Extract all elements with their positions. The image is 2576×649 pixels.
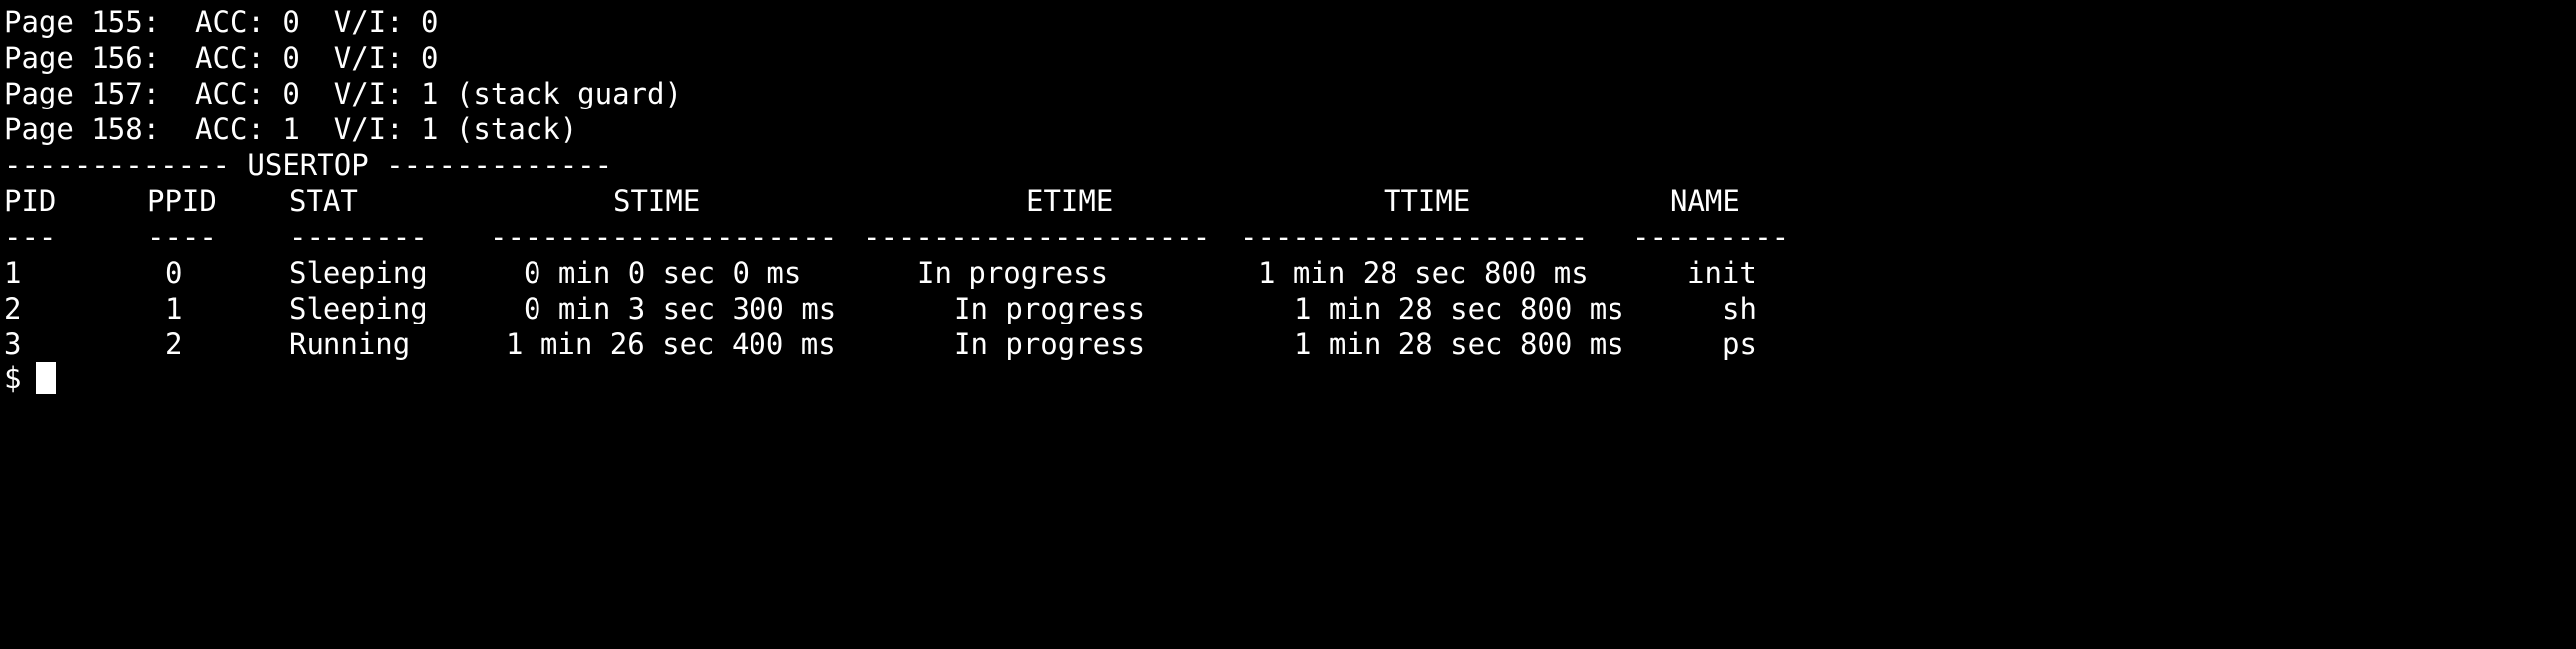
cell-stat: Running: [289, 327, 411, 361]
cell-ttime: 1 min 28 sec 800 ms: [1258, 256, 1589, 290]
cell-stat: Sleeping: [289, 292, 428, 325]
header-ttime: TTIME: [1384, 184, 1471, 218]
cell-name: ps: [1722, 327, 1757, 361]
cell-ppid: 0: [165, 256, 183, 290]
cell-stime: 0 min 0 sec 0 ms: [524, 256, 802, 290]
cell-ppid: 2: [165, 327, 183, 361]
cell-pid: 1: [4, 256, 22, 290]
cell-stime: 0 min 3 sec 300 ms: [524, 292, 837, 325]
text-cursor[interactable]: [36, 362, 56, 394]
cell-name: init: [1687, 256, 1757, 290]
separator-ttime: --------------------: [1240, 220, 1589, 254]
cell-stat: Sleeping: [289, 256, 428, 290]
cell-etime: In progress: [917, 256, 1109, 290]
shell-prompt: $: [4, 361, 22, 395]
cell-ttime: 1 min 28 sec 800 ms: [1294, 327, 1624, 361]
header-stat: STAT: [289, 184, 358, 218]
table-separator-row: --- ---- -------- -------------------- -…: [0, 219, 2576, 255]
usertop-banner: ------------- USERTOP -------------: [4, 148, 613, 182]
header-stime: STIME: [613, 184, 701, 218]
cell-ppid: 1: [165, 292, 183, 325]
header-name: NAME: [1670, 184, 1740, 218]
table-row: 1 0 Sleeping 0 min 0 sec 0 ms In progres…: [0, 255, 2576, 291]
header-ppid: PPID: [147, 184, 217, 218]
terminal-window[interactable]: Page 155: ACC: 0 V/I: 0 Page 156: ACC: 0…: [0, 0, 2576, 400]
cell-stime: 1 min 26 sec 400 ms: [506, 327, 836, 361]
separator-stat: --------: [289, 220, 428, 254]
separator-ppid: ----: [147, 220, 217, 254]
page-line: Page 156: ACC: 0 V/I: 0: [4, 41, 439, 75]
cell-pid: 2: [4, 292, 22, 325]
header-etime: ETIME: [1026, 184, 1114, 218]
page-line: Page 158: ACC: 1 V/I: 1 (stack): [4, 112, 578, 146]
separator-name: ---------: [1632, 220, 1790, 254]
separator-etime: --------------------: [863, 220, 1211, 254]
table-header-row: PID PPID STAT STIME ETIME TTIME NAME: [0, 183, 2576, 219]
separator-stime: --------------------: [490, 220, 838, 254]
page-line: Page 157: ACC: 0 V/I: 1 (stack guard): [4, 77, 682, 110]
cell-name: sh: [1722, 292, 1757, 325]
separator-pid: ---: [4, 220, 57, 254]
cell-etime: In progress: [954, 327, 1146, 361]
table-row: 2 1 Sleeping 0 min 3 sec 300 ms In progr…: [0, 291, 2576, 326]
header-pid: PID: [4, 184, 57, 218]
table-row: 3 2 Running 1 min 26 sec 400 ms In progr…: [0, 326, 2576, 362]
cell-ttime: 1 min 28 sec 800 ms: [1294, 292, 1624, 325]
cell-pid: 3: [4, 327, 22, 361]
page-line: Page 155: ACC: 0 V/I: 0: [4, 5, 439, 39]
cell-etime: In progress: [954, 292, 1146, 325]
